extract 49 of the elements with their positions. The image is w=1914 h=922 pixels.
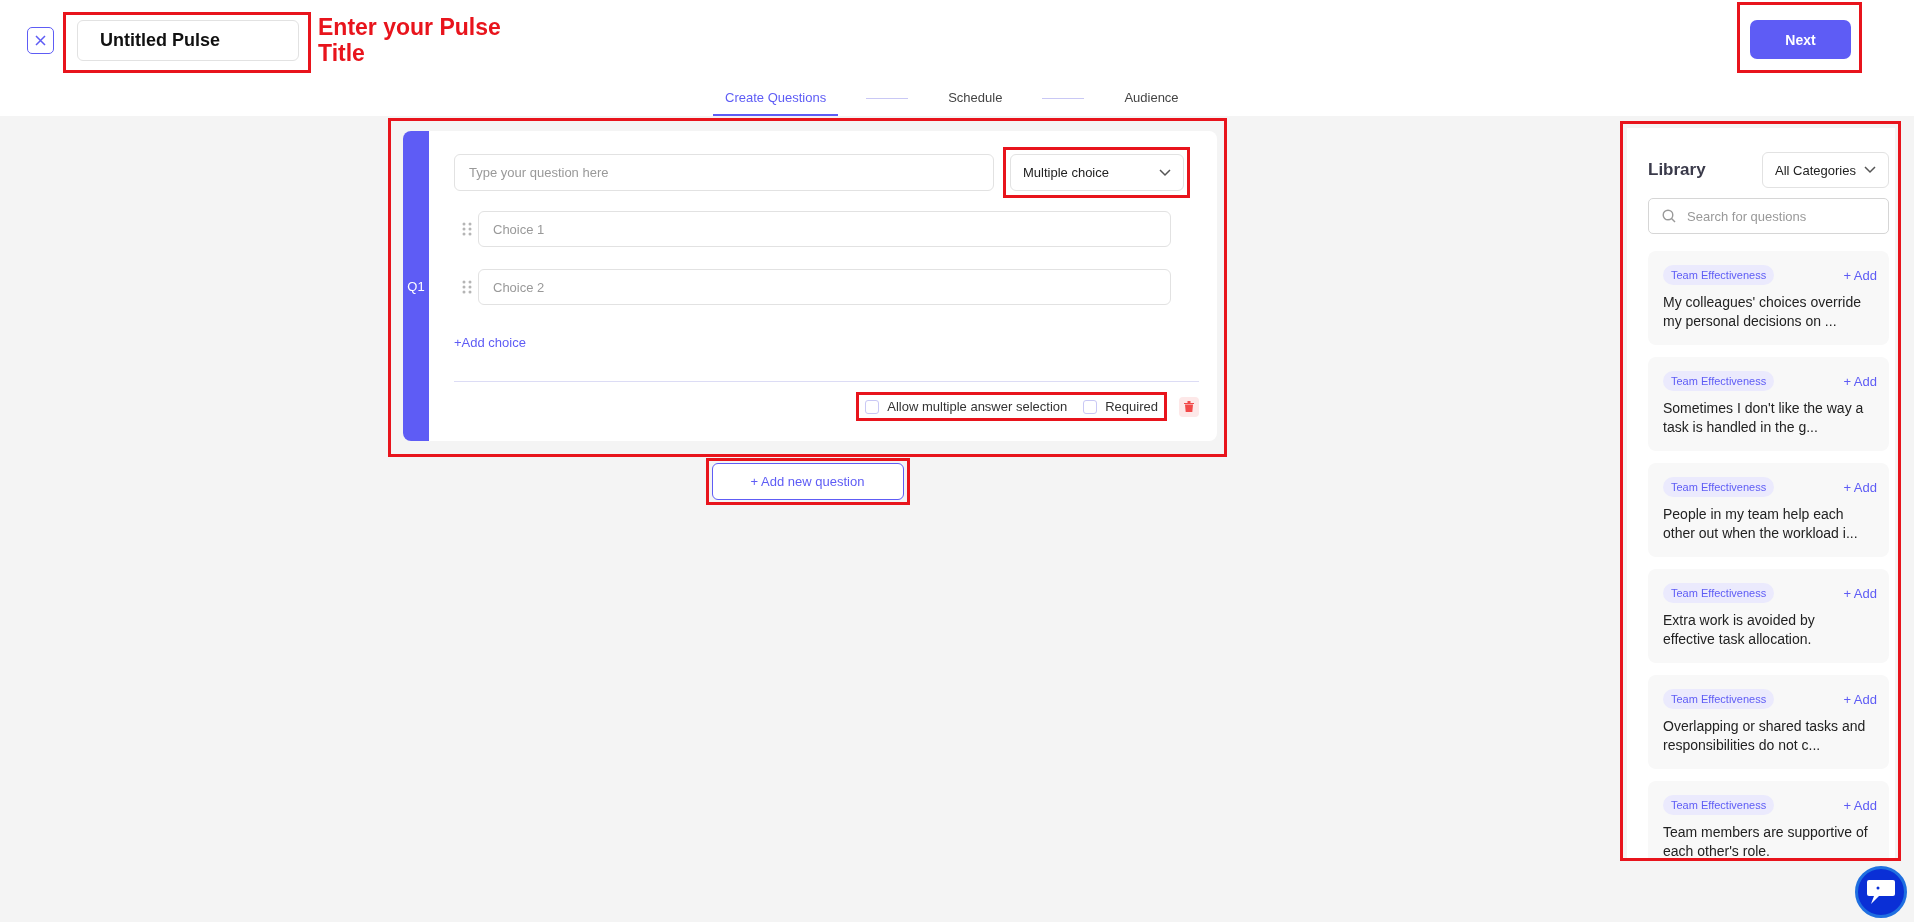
drag-handle-icon[interactable] — [462, 222, 472, 236]
title-field[interactable]: Untitled Pulse — [77, 19, 299, 61]
add-link[interactable]: + Add — [1843, 479, 1877, 495]
step-tab[interactable]: Create Questions — [713, 80, 839, 116]
add-link[interactable]: + Add — [1843, 691, 1877, 707]
choice-input[interactable]: Choice 1 — [478, 211, 1171, 247]
step-tab[interactable]: Schedule — [936, 80, 1015, 116]
question-type-dropdown[interactable]: Multiple choice — [1010, 154, 1184, 191]
close-button[interactable] — [27, 26, 54, 54]
chevron-icon — [1864, 166, 1876, 174]
chat-button[interactable] — [1855, 866, 1907, 918]
close-icon — [35, 34, 46, 46]
add-link[interactable]: + Add — [1843, 585, 1877, 601]
next-button[interactable]: Next — [1750, 20, 1851, 59]
chat-icon — [1866, 879, 1896, 905]
delete-button[interactable] — [1179, 396, 1199, 417]
library-title: Library — [1648, 160, 1706, 180]
checkbox-label: Required — [1105, 399, 1158, 414]
category-tag: Team Effectiveness — [1663, 371, 1775, 391]
category-dropdown[interactable]: All Categories — [1762, 152, 1889, 188]
search-icon — [1662, 209, 1676, 223]
add-link[interactable]: + Add — [1843, 267, 1877, 283]
checkbox[interactable] — [865, 399, 880, 414]
category-tag: Team Effectiveness — [1663, 795, 1775, 815]
category-tag: Team Effectiveness — [1663, 689, 1775, 709]
step-tab[interactable]: Audience — [1112, 80, 1191, 116]
question-text: Overlapping or shared tasks and responsibilities do not c... — [1663, 717, 1867, 755]
question-text: My colleagues' choices override my personal decisions on ... — [1663, 293, 1862, 331]
chevron-icon — [1159, 168, 1171, 177]
trash-icon — [1184, 401, 1194, 412]
checkbox-label: Allow multiple answer selection — [887, 399, 1068, 414]
checkbox[interactable] — [1083, 399, 1098, 414]
add-link[interactable]: + Add — [1843, 797, 1877, 813]
choice-input[interactable]: Choice 2 — [478, 269, 1171, 305]
category-tag: Team Effectiveness — [1663, 477, 1775, 497]
add-choice-link[interactable]: +Add choice — [454, 335, 526, 350]
search-field[interactable]: Search for questions — [1648, 198, 1889, 234]
category-tag: Team Effectiveness — [1663, 265, 1775, 285]
add-link[interactable]: + Add — [1843, 373, 1877, 389]
drag-handle-icon[interactable] — [462, 280, 472, 294]
category-tag: Team Effectiveness — [1663, 583, 1775, 603]
question-text: Sometimes I don't like the way a task is handled in the g... — [1663, 399, 1865, 437]
add-question-button[interactable]: + Add new question — [711, 463, 904, 500]
question-text: Team members are supportive of each other's role. — [1663, 823, 1869, 858]
question-text: People in my team help each other out when the workload i... — [1663, 505, 1859, 543]
question-text: Extra work is avoided by effective task allocation. — [1663, 611, 1816, 649]
question-input[interactable]: Type your question here — [454, 154, 994, 191]
annotation-text: Enter your Pulse Title — [318, 14, 502, 66]
question-number-strip: Q1 — [403, 131, 429, 441]
